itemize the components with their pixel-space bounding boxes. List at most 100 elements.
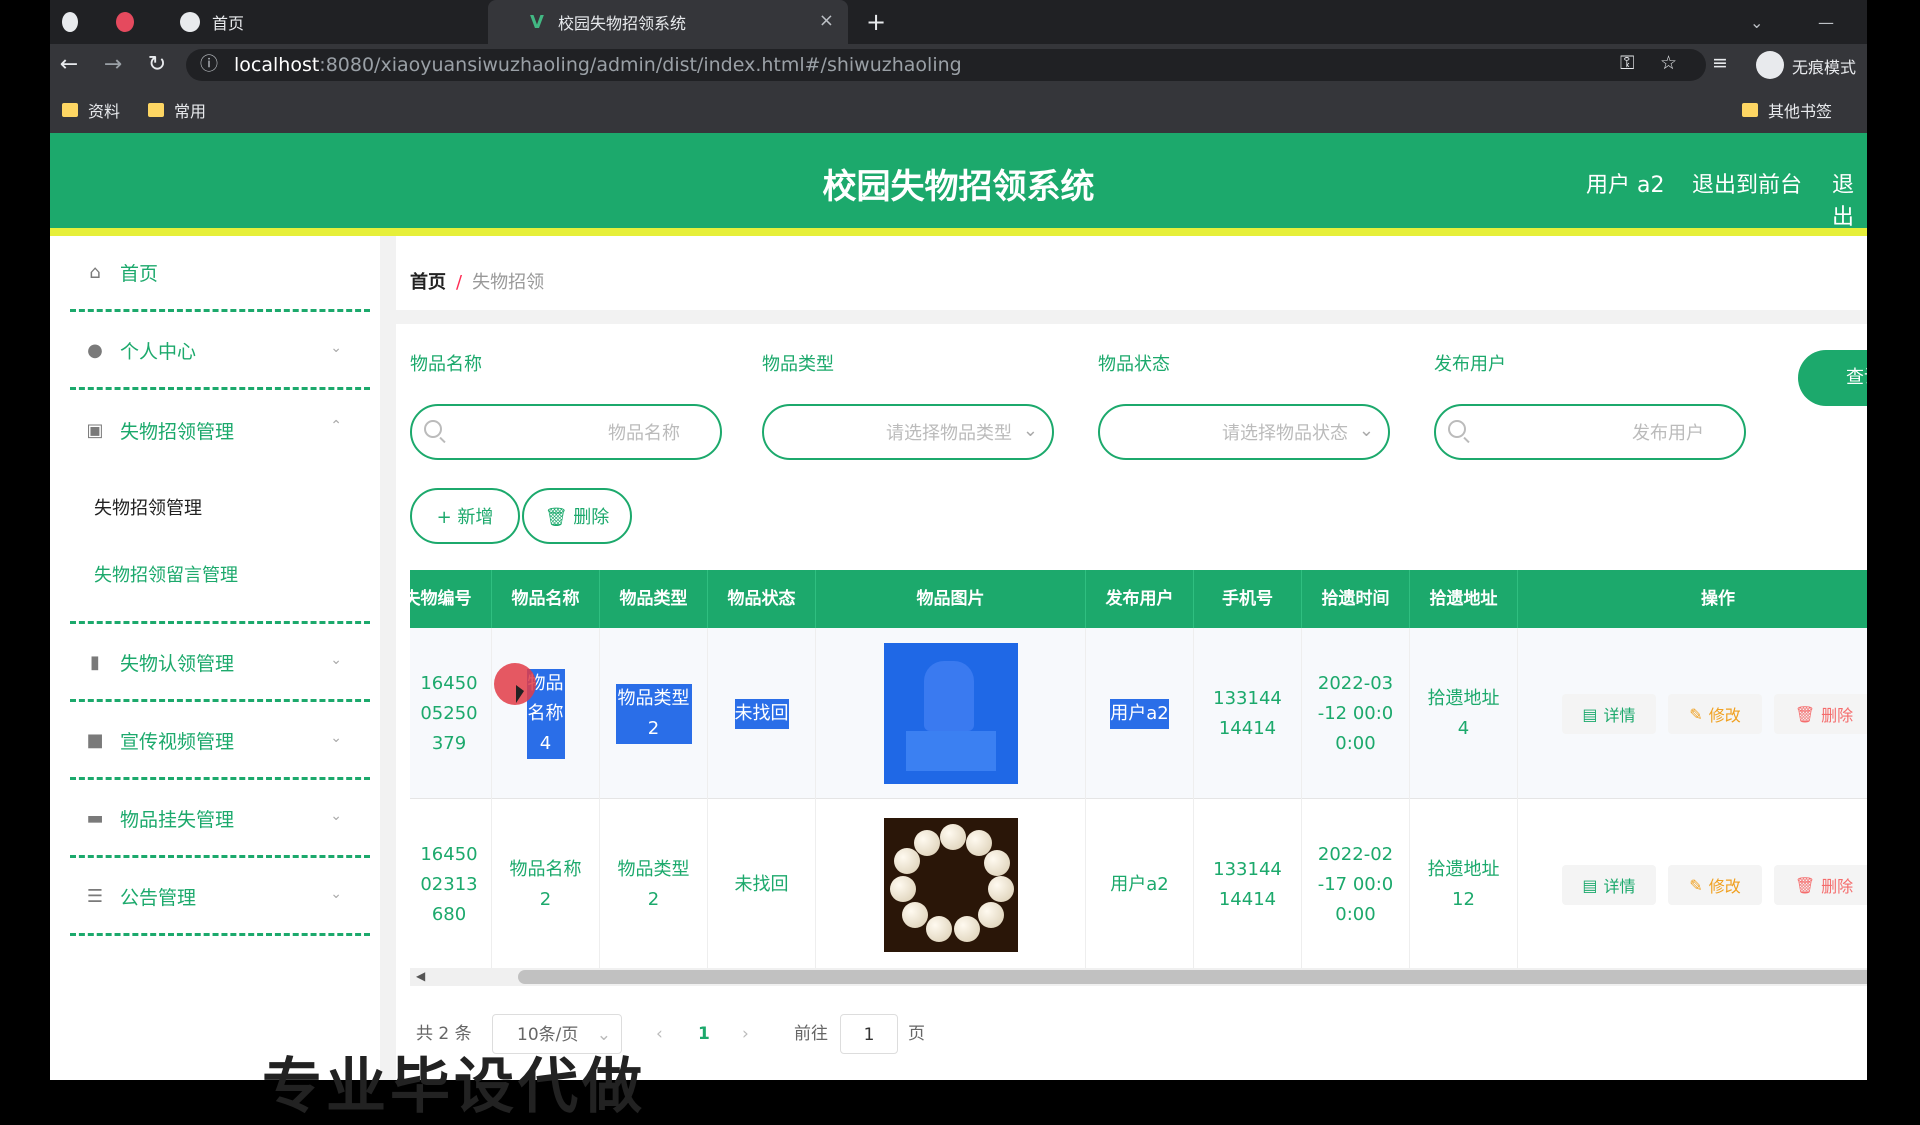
filter-user-input[interactable]: 发布用户 [1434, 404, 1746, 460]
tab-system[interactable]: V 校园失物招领系统 × [488, 0, 848, 44]
item-photo[interactable] [883, 817, 1018, 952]
next-page-icon[interactable]: › [742, 1014, 749, 1054]
filter-status-select[interactable]: 请选择物品状态 ⌄ [1098, 404, 1390, 460]
breadcrumb-home[interactable]: 首页 [410, 272, 446, 293]
filter-status-label: 物品状态 [1098, 354, 1170, 375]
back-to-front-link[interactable]: 退出到前台 [1692, 167, 1802, 199]
chevron-down-icon: ⌄ [330, 652, 342, 668]
page-jump-input[interactable]: 1 [840, 1014, 898, 1054]
add-button[interactable]: + 新增 [410, 488, 520, 544]
new-tab-button[interactable]: + [866, 0, 896, 44]
folder-icon [148, 103, 164, 117]
reload-icon[interactable]: ↻ [144, 52, 170, 78]
delete-label: 删除 [1821, 706, 1854, 725]
placeholder: 请选择物品类型 [886, 423, 1012, 444]
sidebar-item-lost-found[interactable]: ▣ 失物招领管理 ⌃ [70, 392, 370, 468]
accent-bar [50, 228, 1867, 236]
filter-name-input[interactable]: 物品名称 [410, 404, 722, 460]
col-status: 物品状态 [708, 570, 816, 628]
pinned-tab[interactable] [116, 0, 146, 44]
data-table: 失物编号 物品名称 物品类型 物品状态 物品图片 发布用户 手机号 拾遗时间 拾… [410, 570, 1867, 986]
edit-button[interactable]: ✎ 修改 [1668, 865, 1762, 905]
bead [987, 875, 1014, 902]
bead [893, 847, 920, 874]
detail-button[interactable]: ▤ 详情 [1562, 865, 1656, 905]
reading-list-icon[interactable]: ≡ [1712, 52, 1728, 74]
scrollbar-thumb[interactable] [518, 970, 1867, 984]
globe-icon [180, 12, 200, 32]
folder-icon [1742, 103, 1758, 117]
sidebar-item-label: 公告管理 [120, 887, 197, 909]
sidebar-item-claims[interactable]: ▮ 失物认领管理 ⌄ [70, 626, 370, 702]
sidebar-item-report-loss[interactable]: ▬ 物品挂失管理 ⌄ [70, 782, 370, 858]
cell-phone: 13314414414 [1194, 628, 1302, 799]
horizontal-scrollbar[interactable]: ◀ [410, 968, 1867, 986]
user-text: 用户a2 [1110, 698, 1169, 729]
type-text: 物品类型2 [615, 683, 692, 744]
sidebar-item-profile[interactable]: ● 个人中心 ⌄ [70, 314, 370, 390]
forward-icon[interactable]: → [100, 52, 126, 78]
address-bar: ← → ↻ ⓘ localhost:8080/xiaoyuansiwuzhaol… [50, 44, 1867, 86]
col-photo: 物品图片 [816, 570, 1086, 628]
logout-link[interactable]: 退出 [1832, 167, 1867, 231]
code-text: 1645005250379 [420, 672, 478, 754]
filter-type-label: 物品类型 [762, 354, 834, 375]
bookmark-folder[interactable]: 资料 [62, 98, 120, 122]
delete-button[interactable]: 🗑 删除 [1774, 865, 1867, 905]
bookmark-folder[interactable]: 常用 [148, 98, 206, 122]
edit-button[interactable]: ✎ 修改 [1668, 694, 1762, 734]
phone-text: 13314414414 [1213, 858, 1282, 910]
table-row[interactable]: 1645005250379 物品名称4 物品类型2 未找回 用户a2 13314… [410, 628, 1867, 799]
back-icon[interactable]: ← [56, 52, 82, 78]
submenu-lost-found[interactable]: 失物招领管理 [94, 494, 202, 520]
key-icon[interactable]: ⚿ [1620, 52, 1634, 74]
edit-icon: ✎ [1689, 704, 1703, 724]
bead [965, 829, 992, 856]
query-button[interactable]: 查询 [1798, 350, 1867, 406]
tab-home[interactable]: 首页 × [168, 0, 528, 44]
delete-button[interactable]: 🗑 删除 [1774, 694, 1867, 734]
table-row[interactable]: 1645002313680 物品名称2 物品类型2 未找回 用户a2 13314… [410, 799, 1867, 970]
url-input[interactable]: ⓘ localhost:8080/xiaoyuansiwuzhaoling/ad… [186, 49, 1706, 81]
chrome-favicon-tab[interactable] [62, 0, 90, 44]
detail-button[interactable]: ▤ 详情 [1562, 694, 1656, 734]
phone-text: 13314414414 [1213, 687, 1282, 739]
minimize-icon[interactable]: — [1818, 0, 1848, 44]
filter-user-label: 发布用户 [1434, 354, 1506, 375]
tab-label: 首页 [212, 14, 245, 33]
filter-type-select[interactable]: 请选择物品类型 ⌄ [762, 404, 1054, 460]
incognito-label[interactable]: 无痕模式 [1792, 54, 1856, 78]
page-suffix: 页 [908, 1024, 925, 1044]
sidebar-item-label: 个人中心 [120, 341, 197, 363]
url-host: localhost [234, 54, 320, 76]
scroll-left-icon[interactable]: ◀ [416, 969, 425, 983]
app-icon [116, 12, 134, 32]
page-number[interactable]: 1 [698, 1014, 710, 1054]
item-photo[interactable] [883, 643, 1018, 784]
sidebar-item-home[interactable]: ⌂ 首页 [70, 236, 370, 312]
cell-address: 拾遗地址12 [1410, 799, 1518, 970]
home-icon: ⌂ [89, 262, 101, 283]
chevron-down-icon: ⌄ [330, 340, 342, 356]
sidebar-item-notices[interactable]: ☰ 公告管理 ⌄ [70, 860, 370, 936]
sidebar-divider [70, 548, 370, 624]
col-user: 发布用户 [1086, 570, 1194, 628]
code-text: 1645002313680 [420, 843, 478, 925]
star-icon[interactable]: ☆ [1660, 52, 1677, 74]
browser-chrome: 首页 × V 校园失物招领系统 × + ⌄ — ← → ↻ ⓘ localhos… [50, 0, 1867, 133]
prev-page-icon[interactable]: ‹ [656, 1014, 663, 1054]
list-icon: ☰ [86, 886, 104, 907]
cell-photo [816, 799, 1086, 970]
batch-delete-button[interactable]: 🗑 删除 [522, 488, 632, 544]
placeholder: 发布用户 [1632, 423, 1704, 444]
current-user: 用户 a2 [1586, 173, 1665, 198]
edit-icon: ✎ [1689, 875, 1703, 895]
close-tab-icon[interactable]: × [819, 10, 834, 31]
filter-name-label: 物品名称 [410, 354, 482, 375]
bead [925, 915, 952, 942]
placeholder: 物品名称 [608, 423, 680, 444]
other-bookmarks[interactable]: 其他书签 [1742, 98, 1832, 122]
cell-code: 1645005250379 [410, 628, 492, 799]
sidebar-item-videos[interactable]: ■ 宣传视频管理 ⌄ [70, 704, 370, 780]
tab-search-icon[interactable]: ⌄ [1750, 0, 1780, 44]
